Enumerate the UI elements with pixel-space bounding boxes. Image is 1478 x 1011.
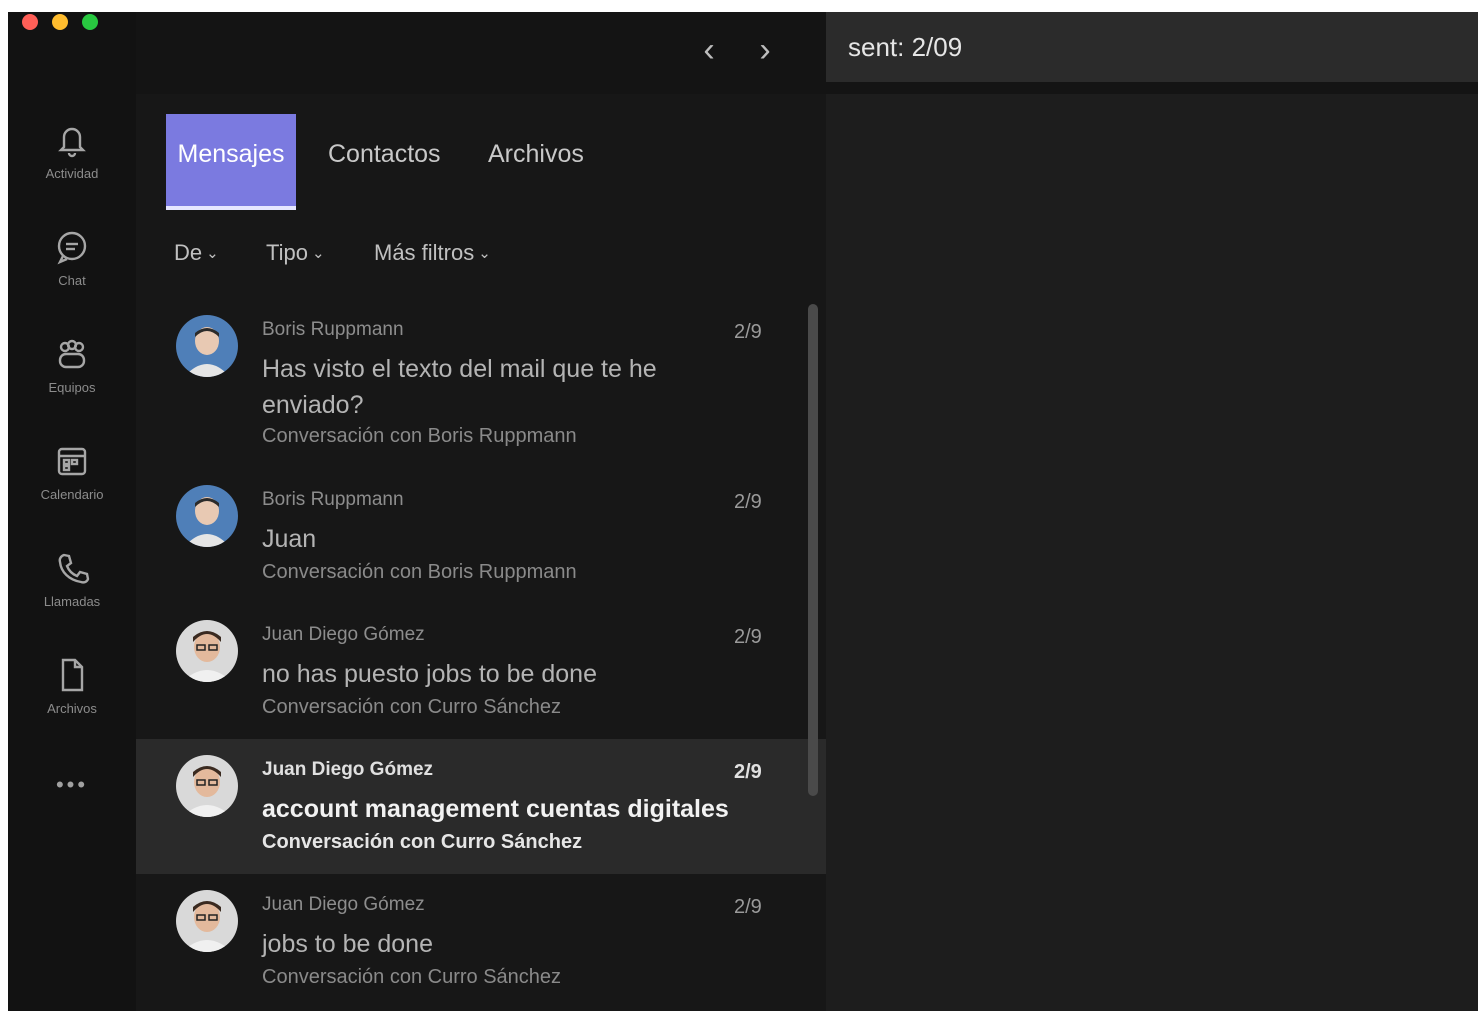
rail-item-archivos[interactable]: Archivos [8,639,136,731]
avatar [176,485,238,547]
list-item[interactable]: Juan Diego Gómez 2/9 account management … [136,739,826,874]
avatar [176,315,238,377]
chevron-down-icon: ⌄ [311,245,325,262]
result-date: 2/9 [734,761,762,783]
result-date: 2/9 [734,321,762,343]
minimize-window-button[interactable] [52,14,68,30]
tab-contactos[interactable]: Contactos [318,114,451,210]
forward-button[interactable]: › [750,30,780,70]
filter-de[interactable]: De ⌄ [174,240,219,266]
result-message: jobs to be done [262,930,433,958]
result-conversation: Conversación con Curro Sánchez [262,966,562,988]
result-date: 2/9 [734,626,762,648]
result-sender: Boris Ruppmann [262,489,404,510]
calendar-icon [57,447,87,475]
rail-item-equipos[interactable]: Equipos [8,318,136,410]
list-item[interactable]: Boris Ruppmann 2/9 Has visto el texto de… [136,299,826,469]
file-icon [61,658,84,691]
tab-archivos[interactable]: Archivos [478,114,594,210]
result-conversation: Conversación con Curro Sánchez [262,831,583,853]
result-sender: Boris Ruppmann [262,319,404,340]
rail-label: Chat [58,272,86,288]
avatar [176,890,238,952]
filter-label: Más filtros [374,240,475,265]
maximize-window-button[interactable] [82,14,98,30]
result-conversation: Conversación con Curro Sánchez [262,696,562,718]
avatar [176,620,238,682]
result-sender: Juan Diego Gómez [262,894,425,915]
rail-label: Llamadas [43,593,101,609]
filter-mas-filtros[interactable]: Más filtros ⌄ [374,240,491,266]
rail-label: Calendario [40,486,104,502]
result-message: Has visto el texto del mail que te he en… [262,355,657,419]
rail-label: Equipos [48,379,96,395]
result-message: Juan [262,525,317,553]
result-sender: Juan Diego Gómez [262,759,434,780]
chevron-down-icon: ⌄ [478,245,491,262]
result-date: 2/9 [734,896,762,918]
list-item[interactable]: Juan Diego Gómez 2/9 jobs to be done Con… [136,874,826,1009]
tab-mensajes[interactable]: Mensajes [166,114,296,210]
more-apps-button[interactable]: ••• [8,772,136,798]
result-date: 2/9 [734,491,762,513]
close-window-button[interactable] [22,14,38,30]
result-message: account management cuentas digitales [262,795,729,823]
avatar [176,755,238,817]
teams-icon [58,339,86,368]
chevron-down-icon: ⌄ [206,245,219,262]
results-scrollbar[interactable] [808,304,818,796]
window-controls [22,14,98,30]
chat-icon [57,231,87,264]
rail-label: Actividad [45,165,99,181]
result-message: no has puesto jobs to be done [262,660,597,688]
app-window: Actividad Chat Equipos Calendario Llamad… [8,12,1478,1011]
phone-icon [58,553,90,584]
title-bar: ‹ › [136,12,1478,94]
bell-icon [58,127,86,157]
result-sender: Juan Diego Gómez [262,624,425,645]
filter-label: De [174,240,203,265]
result-conversation: Conversación con Boris Ruppmann [262,561,577,583]
search-results-panel: Mensajes Contactos Archivos De ⌄ Tipo ⌄ Má… [136,94,826,1011]
rail-item-chat[interactable]: Chat [8,211,136,303]
list-item[interactable]: Boris Ruppmann 2/9 Juan Conversación con… [136,469,826,604]
back-button[interactable]: ‹ [694,30,724,70]
detail-pane [826,94,1478,1011]
result-conversation: Conversación con Boris Ruppmann [262,425,577,447]
search-input[interactable] [826,12,1478,82]
rail-item-calendario[interactable]: Calendario [8,425,136,517]
rail-item-llamadas[interactable]: Llamadas [8,532,136,624]
filter-label: Tipo [266,240,308,265]
filter-tipo[interactable]: Tipo ⌄ [266,240,325,266]
list-item[interactable]: Juan Diego Gómez 2/9 no has puesto jobs … [136,604,826,739]
app-rail: Actividad Chat Equipos Calendario Llamad… [8,12,136,1011]
rail-item-actividad[interactable]: Actividad [8,104,136,196]
rail-label: Archivos [47,700,97,716]
